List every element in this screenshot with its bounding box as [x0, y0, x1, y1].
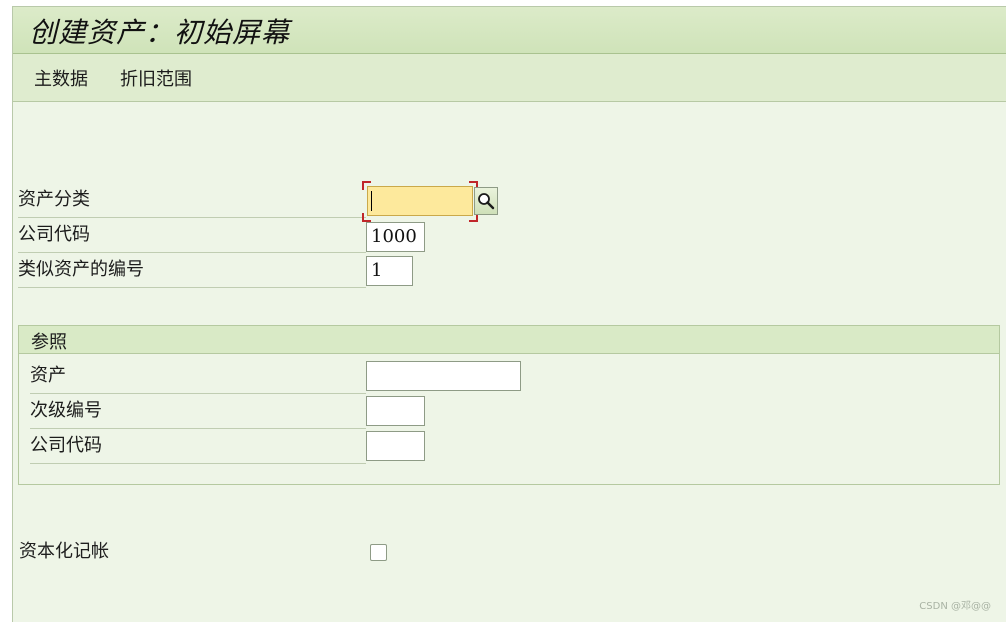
- sap-window: 创建资产：初始屏幕 主数据 折旧范围 资产分类 公司代码 1000 类似资产的编…: [12, 6, 1006, 622]
- page-title: 创建资产：初始屏幕: [29, 16, 291, 49]
- asset-class-input[interactable]: [367, 186, 473, 216]
- reference-group-title: 参照: [31, 332, 67, 353]
- reference-company-code-input[interactable]: [366, 431, 425, 461]
- reference-sub-number-label: 次级编号: [30, 394, 366, 429]
- reference-company-code-label: 公司代码: [30, 429, 366, 464]
- focus-corner-tl: [362, 181, 371, 190]
- reference-sub-number-input[interactable]: [366, 396, 425, 426]
- reference-asset-label: 资产: [30, 359, 366, 394]
- reference-asset-input[interactable]: [366, 361, 521, 391]
- master-data-button[interactable]: 主数据: [34, 65, 88, 91]
- application-toolbar: 主数据 折旧范围: [13, 54, 1006, 102]
- search-help-button[interactable]: [474, 187, 498, 215]
- asset-class-label: 资产分类: [18, 183, 366, 218]
- magnifier-icon: [478, 193, 495, 210]
- post-capitalization-checkbox[interactable]: [370, 544, 387, 561]
- similar-assets-count-input[interactable]: 1: [366, 256, 413, 286]
- depreciation-areas-button[interactable]: 折旧范围: [120, 65, 192, 91]
- reference-group-header: 参照: [19, 326, 999, 354]
- watermark: CSDN @邓@@: [919, 601, 991, 612]
- text-cursor: [371, 191, 372, 211]
- company-code-label: 公司代码: [18, 218, 366, 253]
- similar-assets-count-label: 类似资产的编号: [18, 253, 366, 288]
- company-code-input[interactable]: 1000: [366, 222, 425, 252]
- post-capitalization-label: 资本化记帐: [19, 541, 109, 562]
- title-bar: 创建资产：初始屏幕: [13, 7, 1006, 54]
